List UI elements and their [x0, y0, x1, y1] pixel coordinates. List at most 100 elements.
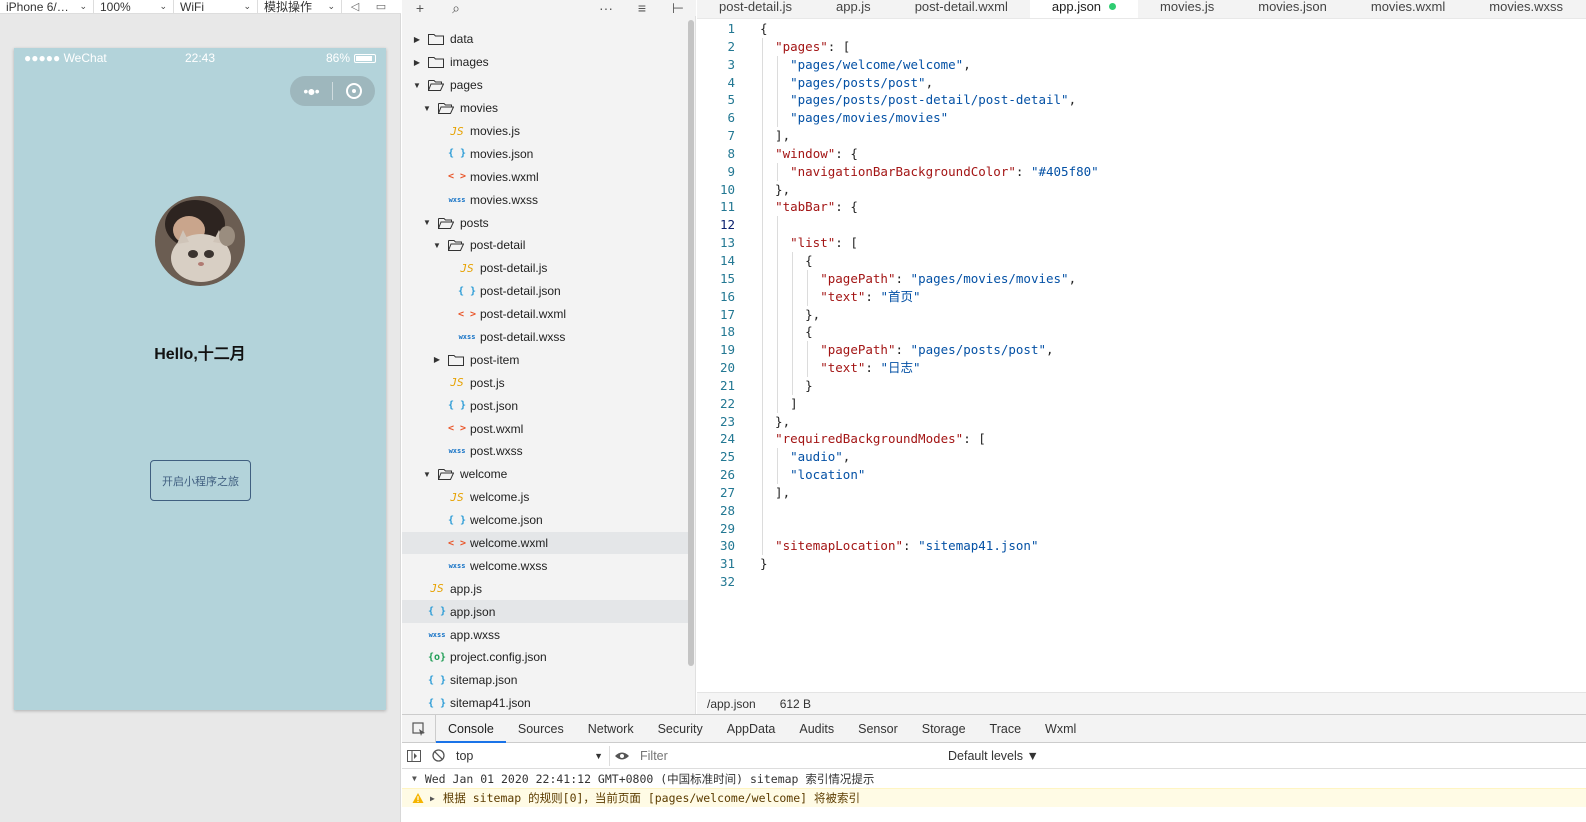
- log-levels-select[interactable]: Default levels ▼: [940, 749, 1039, 763]
- sidebar-toggle-icon[interactable]: [402, 743, 426, 769]
- editor-tab[interactable]: post-detail.wxml: [893, 0, 1030, 18]
- tree-file[interactable]: ▶wxsswelcome.wxss: [402, 554, 688, 577]
- simulate-action-select[interactable]: 模拟操作 ⌄: [258, 0, 342, 14]
- caret-down-icon[interactable]: ▼: [412, 81, 422, 90]
- folder-open-icon: [448, 239, 464, 252]
- tree-file[interactable]: ▶{ }app.json: [402, 600, 688, 624]
- devtools-tab[interactable]: Sources: [506, 715, 576, 743]
- console-filter-input[interactable]: [634, 745, 940, 766]
- network-select[interactable]: WiFi ⌄: [174, 0, 258, 14]
- code-line: 7 ],: [697, 127, 1586, 145]
- devtools-tab[interactable]: Storage: [910, 715, 978, 743]
- tree-file[interactable]: ▶{ }post.json: [402, 394, 688, 417]
- tree-folder[interactable]: ▶ images: [402, 51, 688, 74]
- tree-folder[interactable]: ▶ data: [402, 28, 688, 51]
- tree-file[interactable]: ▶wxsspost-detail.wxss: [402, 326, 688, 349]
- js-file-icon: JS: [450, 124, 464, 138]
- code-token: "#405f80": [1030, 163, 1099, 179]
- tree-file[interactable]: ▶wxsspost.wxss: [402, 440, 688, 463]
- file-explorer: + ⌕ ··· ≡ ⊢ ▶ data ▶ images ▼ pages ▼ movies ▶ JS…: [402, 0, 696, 714]
- json-file-icon: { }: [427, 697, 447, 709]
- window-icon[interactable]: ▭: [368, 0, 394, 14]
- devtools-tabs: Console Sources Network Security AppData Audi…: [402, 714, 1586, 743]
- tree-folder[interactable]: ▼ welcome: [402, 463, 688, 486]
- line-number: 29: [719, 520, 735, 536]
- tree-folder[interactable]: ▶ post-item: [402, 348, 688, 371]
- devtools-tab[interactable]: Audits: [787, 715, 846, 743]
- devtools-tab[interactable]: Security: [646, 715, 715, 743]
- tree-file[interactable]: ▶JSwelcome.js: [402, 486, 688, 509]
- devtools-tab[interactable]: Sensor: [846, 715, 910, 743]
- editor-tab[interactable]: movies.wxss: [1467, 0, 1585, 18]
- tree-item-label: sitemap41.json: [450, 696, 531, 711]
- device-select[interactable]: iPhone 6/… ⌄: [0, 0, 94, 14]
- tree-file[interactable]: ▶< >post.wxml: [402, 417, 688, 440]
- collapse-all-icon[interactable]: ≡: [624, 1, 660, 15]
- devtools-tab[interactable]: Network: [576, 715, 646, 743]
- line-number: 12: [719, 217, 735, 233]
- tree-file[interactable]: ▶{o}project.config.json: [402, 646, 688, 669]
- devtools-tab[interactable]: Console: [436, 715, 506, 743]
- editor-tab[interactable]: app.json: [1029, 0, 1139, 18]
- line-number: 18: [719, 324, 735, 340]
- more-icon[interactable]: ···: [588, 1, 624, 15]
- tree-folder[interactable]: ▼ pages: [402, 74, 688, 97]
- tree-folder[interactable]: ▼ post-detail: [402, 234, 688, 257]
- more-icon[interactable]: •●•: [290, 83, 332, 99]
- tree-folder[interactable]: ▼ movies: [402, 97, 688, 120]
- tree-item-label: welcome.wxss: [470, 558, 548, 573]
- add-icon[interactable]: +: [402, 1, 438, 15]
- tree-scrollbar[interactable]: [688, 20, 694, 666]
- tree-file[interactable]: ▶JSpost.js: [402, 371, 688, 394]
- caret-right-icon[interactable]: ▶: [412, 58, 422, 67]
- inspect-element-icon[interactable]: [402, 714, 436, 743]
- devtools-tab[interactable]: Wxml: [1033, 715, 1088, 743]
- tree-file[interactable]: ▶{ }welcome.json: [402, 509, 688, 532]
- tree-file[interactable]: ▶{ }post-detail.json: [402, 280, 688, 303]
- context-select[interactable]: top ▼: [450, 745, 610, 766]
- editor-tab[interactable]: movies.json: [1236, 0, 1349, 18]
- line-content: "window": {: [735, 145, 858, 163]
- devtools-tab[interactable]: Trace: [978, 715, 1034, 743]
- editor-tab[interactable]: movies.wxml: [1349, 0, 1467, 18]
- clear-console-icon[interactable]: [426, 743, 450, 769]
- console-group-header[interactable]: ▼ Wed Jan 01 2020 22:41:12 GMT+0800 (中国标…: [402, 769, 1586, 788]
- caret-down-icon[interactable]: ▼: [422, 218, 432, 227]
- devtools-tab[interactable]: AppData: [715, 715, 788, 743]
- volume-icon[interactable]: ◁: [342, 0, 368, 14]
- tree-file[interactable]: ▶{ }movies.json: [402, 142, 688, 165]
- caret-right-icon[interactable]: ▶: [432, 355, 442, 364]
- editor-tab[interactable]: movies.js: [1138, 0, 1236, 18]
- close-target-icon[interactable]: [333, 83, 375, 99]
- search-icon[interactable]: ⌕: [438, 1, 474, 15]
- tree-file[interactable]: ▶< >post-detail.wxml: [402, 303, 688, 326]
- caret-down-icon[interactable]: ▼: [432, 241, 442, 250]
- tree-item-label: movies.wxml: [470, 169, 539, 184]
- tree-folder[interactable]: ▼ posts: [402, 211, 688, 234]
- zoom-select[interactable]: 100% ⌄: [94, 0, 174, 14]
- eye-icon[interactable]: [610, 743, 634, 769]
- tree-file[interactable]: ▶JSapp.js: [402, 577, 688, 600]
- start-journey-button[interactable]: 开启小程序之旅: [150, 460, 251, 501]
- code-area[interactable]: 1{2 "pages": [3 "pages/welcome/welcome",…: [697, 20, 1586, 591]
- tree-file[interactable]: ▶{ }sitemap.json: [402, 669, 688, 692]
- caret-down-icon[interactable]: ▼: [422, 470, 432, 479]
- console-toolbar: top ▼ Default levels ▼: [402, 743, 1586, 769]
- caret-down-icon[interactable]: ▼: [422, 104, 432, 113]
- editor-tab[interactable]: app.js: [814, 0, 893, 18]
- caret-right-icon[interactable]: ▶: [412, 35, 422, 44]
- tree-file[interactable]: ▶wxssmovies.wxss: [402, 188, 688, 211]
- editor-tab[interactable]: post-detail.js: [697, 0, 814, 18]
- folder-open-icon: [438, 102, 454, 115]
- folder-icon: [428, 56, 444, 69]
- layout-icon[interactable]: ⊢: [660, 1, 696, 15]
- tree-file[interactable]: ▶JSmovies.js: [402, 120, 688, 143]
- tree-file[interactable]: ▶wxssapp.wxss: [402, 623, 688, 646]
- tree-file[interactable]: ▶< >welcome.wxml: [402, 531, 688, 555]
- tree-file[interactable]: ▶< >movies.wxml: [402, 165, 688, 188]
- chevron-down-icon: ⌄: [79, 1, 87, 11]
- caret-right-icon[interactable]: ▶: [430, 794, 435, 803]
- tree-file[interactable]: ▶JSpost-detail.js: [402, 257, 688, 280]
- tree-file[interactable]: ▶{ }sitemap41.json: [402, 692, 688, 715]
